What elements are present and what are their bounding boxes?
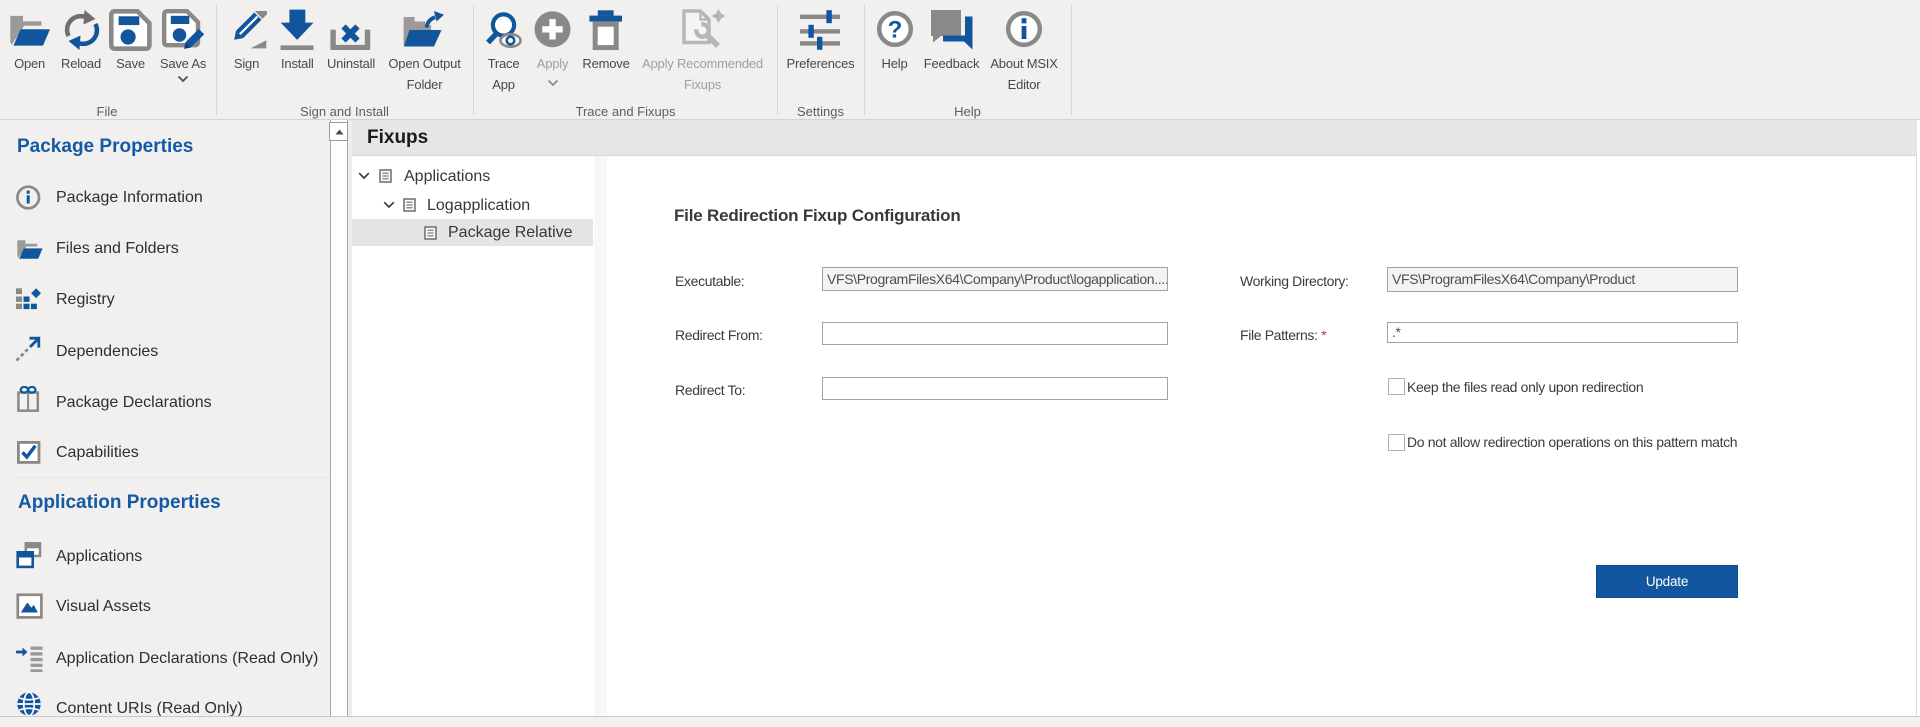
svg-text:?: ? — [888, 17, 903, 44]
